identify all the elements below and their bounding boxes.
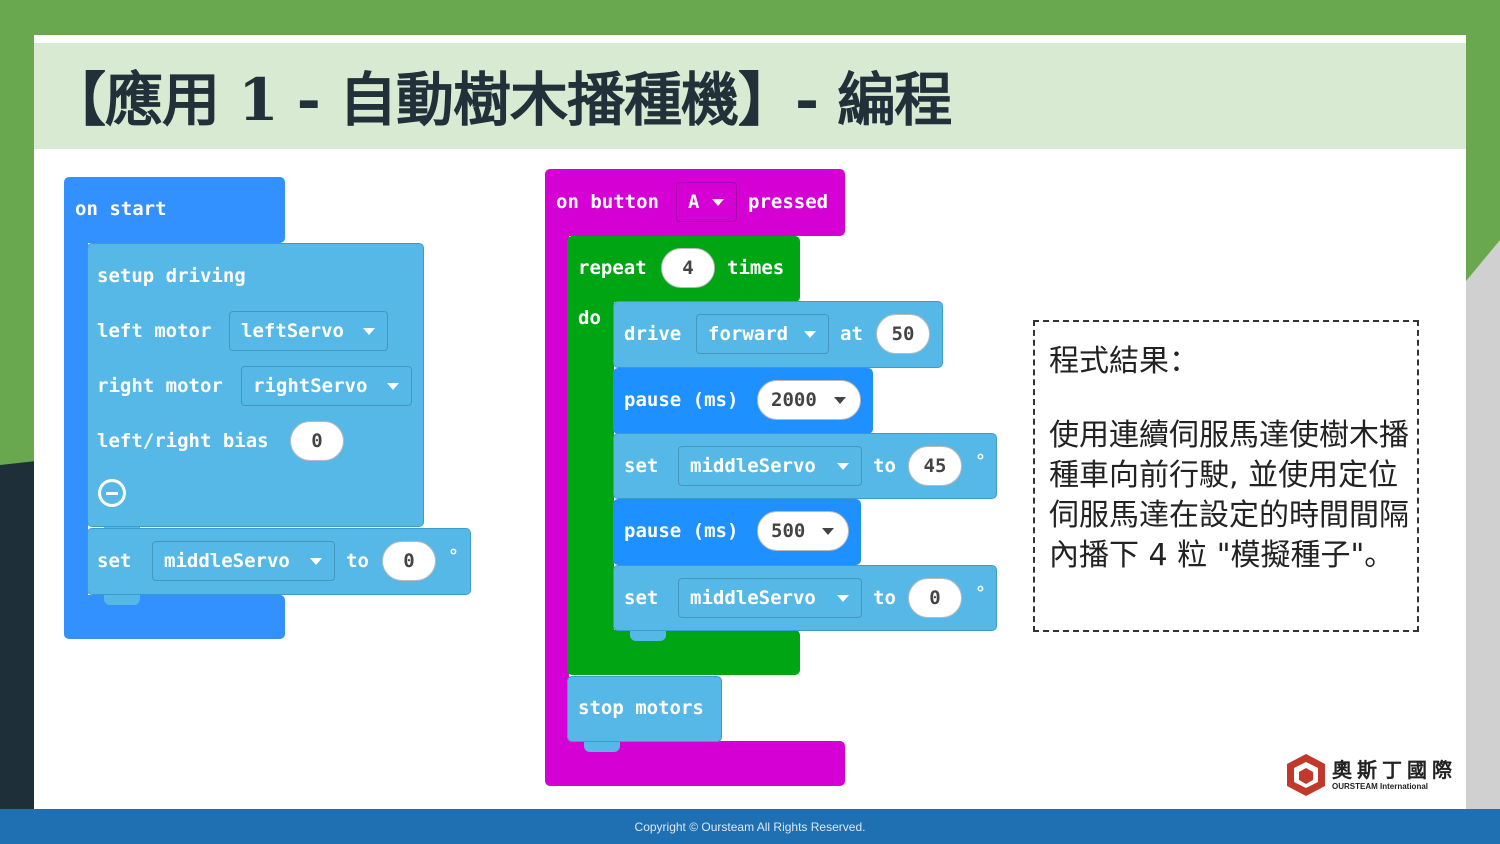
bias-value: 0 [311, 430, 323, 452]
servo-dropdown[interactable]: middleServo [152, 541, 335, 581]
on-button-spine [545, 225, 569, 765]
bias-label: left/right bias [97, 430, 269, 452]
servo-angle-input[interactable]: 0 [382, 541, 436, 581]
on-start-footer [64, 595, 285, 639]
servo2-angle-input[interactable]: 0 [908, 578, 962, 618]
result-title: 程式結果： [1049, 344, 1199, 379]
set-label-2: set [624, 587, 659, 609]
oursteam-logo: 奧斯丁國際 OURSTEAM International [1284, 752, 1464, 798]
to-label-1: to [873, 455, 896, 477]
footer-bar: Copyright © Oursteam All Rights Reserved… [0, 809, 1500, 844]
on-start-spine [64, 230, 88, 610]
at-label: at [840, 323, 863, 345]
on-start-label: on start [75, 198, 167, 220]
button-value: A [688, 191, 700, 213]
chevron-down-icon [837, 595, 849, 602]
slide-title: 【應用 1 - 自動樹木播種機】- 編程 [48, 66, 952, 134]
pause-duration-1-value: 2000 [771, 389, 817, 411]
degree-label: ° [448, 546, 459, 567]
chevron-down-icon [363, 328, 375, 335]
degree-label-2: ° [975, 583, 986, 604]
pause-duration-2-value: 500 [771, 520, 806, 542]
right-motor-value: rightServo [253, 375, 368, 397]
chevron-down-icon [712, 199, 724, 206]
cube-logo-icon [1287, 754, 1325, 796]
drive-label: drive [624, 323, 682, 345]
pause-label-2: pause (ms) [624, 520, 739, 542]
chevron-down-icon [804, 331, 816, 338]
servo-angle-value: 0 [403, 550, 415, 572]
degree-label-1: ° [975, 451, 986, 472]
logo-english-text: OURSTEAM International [1332, 782, 1429, 791]
repeat-count-input[interactable]: 4 [661, 248, 715, 288]
servo1-value: middleServo [690, 455, 816, 477]
repeat-label: repeat [578, 257, 647, 279]
servo2-angle-value: 0 [929, 587, 941, 609]
on-button-label: on button [556, 191, 659, 213]
servo1-angle-value: 45 [923, 455, 947, 477]
servo1-dropdown[interactable]: middleServo [678, 446, 862, 486]
pause-duration-1-dropdown[interactable]: 2000 [757, 380, 861, 420]
do-label: do [578, 307, 601, 329]
drive-speed-value: 50 [891, 323, 915, 345]
pressed-label: pressed [748, 191, 829, 213]
servo2-value: middleServo [690, 587, 816, 609]
left-motor-label: left motor [97, 320, 212, 342]
block-notch [630, 631, 666, 641]
to-label: to [346, 550, 369, 572]
right-motor-dropdown[interactable]: rightServo [241, 366, 412, 406]
drive-direction-value: forward [708, 323, 789, 345]
times-label: times [727, 257, 785, 279]
repeat-spine [567, 290, 614, 640]
pause-label-1: pause (ms) [624, 389, 739, 411]
chevron-down-icon [837, 463, 849, 470]
set-label-1: set [624, 455, 659, 477]
setup-driving-label: setup driving [97, 265, 246, 287]
minus-circle-icon[interactable] [98, 479, 126, 507]
copyright-text: Copyright © Oursteam All Rights Reserved… [634, 820, 866, 834]
chevron-down-icon [834, 397, 846, 404]
right-motor-label: right motor [97, 375, 223, 397]
chevron-down-icon [310, 558, 322, 565]
left-motor-value: leftServo [241, 320, 344, 342]
bias-input[interactable]: 0 [290, 421, 344, 461]
chevron-down-icon [822, 528, 834, 535]
servo1-angle-input[interactable]: 45 [908, 446, 962, 486]
servo-value: middleServo [164, 550, 290, 572]
stop-motors-label: stop motors [578, 697, 704, 719]
logo-chinese-text: 奧斯丁國際 [1332, 758, 1457, 782]
repeat-count-value: 4 [682, 257, 694, 279]
to-label-2: to [873, 587, 896, 609]
result-body: 使用連續伺服馬達使樹木播種車向前行駛, 並使用定位伺服馬達在設定的時間間隔內播下… [1049, 418, 1409, 573]
drive-speed-input[interactable]: 50 [876, 314, 930, 354]
repeat-footer [567, 630, 800, 675]
result-box: 程式結果： 使用連續伺服馬達使樹木播種車向前行駛, 並使用定位伺服馬達在設定的時… [1033, 320, 1419, 632]
servo2-dropdown[interactable]: middleServo [678, 578, 862, 618]
left-motor-dropdown[interactable]: leftServo [229, 311, 388, 351]
block-notch [584, 742, 620, 752]
block-notch [104, 595, 140, 605]
pause-duration-2-dropdown[interactable]: 500 [757, 511, 849, 551]
chevron-down-icon [387, 383, 399, 390]
button-dropdown[interactable]: A [676, 182, 737, 222]
set-label: set [97, 550, 132, 572]
drive-direction-dropdown[interactable]: forward [696, 314, 829, 354]
title-band: 【應用 1 - 自動樹木播種機】- 編程 [34, 43, 1466, 149]
